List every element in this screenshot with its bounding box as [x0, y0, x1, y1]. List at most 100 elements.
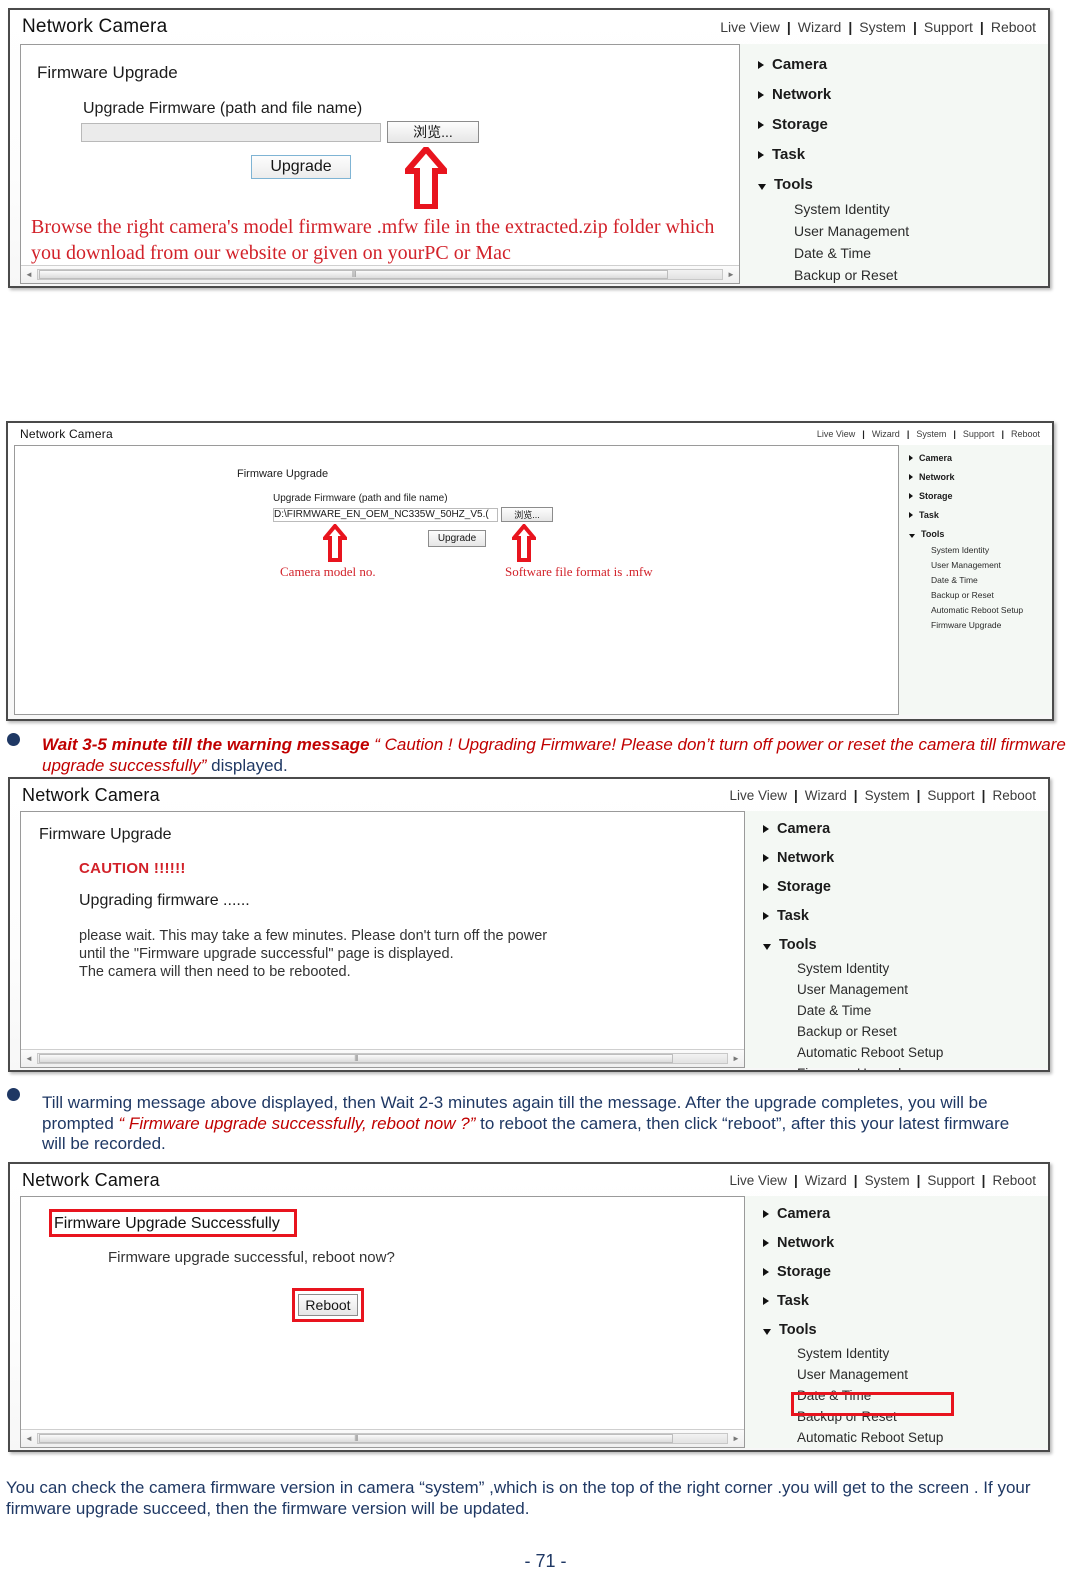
sidebar-item-user-management[interactable]: User Management [797, 982, 1048, 997]
sidebar-item-tools[interactable]: Tools [763, 1322, 1048, 1338]
nav-system[interactable]: System [857, 19, 908, 35]
browse-button[interactable]: 浏览... [501, 507, 553, 522]
scroll-track[interactable]: III [37, 1053, 728, 1064]
nav-separator: | [853, 787, 858, 803]
sidebar-item-storage[interactable]: Storage [763, 1264, 1048, 1280]
sidebar-item-storage[interactable]: Storage [909, 491, 1052, 501]
nav-wizard[interactable]: Wizard [803, 788, 849, 803]
nav-reboot[interactable]: Reboot [989, 19, 1038, 35]
sidebar-item-task[interactable]: Task [909, 510, 1052, 520]
upgrade-button[interactable]: Upgrade [251, 155, 351, 179]
paragraph-quoted: “ Firmware upgrade successfully, reboot … [118, 1113, 476, 1133]
nav-live-view[interactable]: Live View [815, 429, 857, 439]
sidebar-item-user-management[interactable]: User Management [797, 1367, 1048, 1382]
scroll-left-arrow[interactable]: ◄ [21, 1434, 37, 1443]
chevron-down-icon [758, 183, 766, 190]
scroll-track[interactable]: III [37, 269, 723, 280]
sidebar-item-label: Network [919, 472, 955, 482]
nav-wizard[interactable]: Wizard [796, 19, 844, 35]
sidebar-item-automatic-reboot-setup[interactable]: Automatic Reboot Setup [931, 605, 1052, 615]
scroll-left-arrow[interactable]: ◄ [21, 270, 37, 279]
nav-system[interactable]: System [914, 429, 948, 439]
nav-separator: | [912, 19, 917, 35]
scroll-right-arrow[interactable]: ► [723, 270, 739, 279]
sidebar-item-date-time[interactable]: Date & Time [794, 245, 1048, 261]
sidebar-item-backup-reset[interactable]: Backup or Reset [794, 267, 1048, 283]
sidebar-item-network[interactable]: Network [909, 472, 1052, 482]
sidebar-item-camera[interactable]: Camera [909, 453, 1052, 463]
sidebar-item-user-management[interactable]: User Management [931, 560, 1052, 570]
scroll-right-arrow[interactable]: ► [728, 1434, 744, 1443]
sidebar-item-camera[interactable]: Camera [758, 56, 1048, 73]
nav-system[interactable]: System [863, 788, 912, 803]
sidebar-item-task[interactable]: Task [763, 908, 1048, 924]
sidebar-item-system-identity[interactable]: System Identity [797, 1346, 1048, 1361]
sidebar-item-task[interactable]: Task [763, 1293, 1048, 1309]
nav-system[interactable]: System [863, 1173, 912, 1188]
chevron-down-icon [763, 944, 771, 950]
browse-button[interactable]: 浏览... [387, 121, 479, 143]
sidebar-item-tools[interactable]: Tools [763, 937, 1048, 953]
nav-reboot[interactable]: Reboot [990, 1173, 1038, 1188]
firmware-path-input[interactable] [81, 123, 381, 142]
scroll-track[interactable]: III [37, 1433, 728, 1444]
sidebar-item-network[interactable]: Network [763, 1235, 1048, 1251]
sidebar-item-camera[interactable]: Camera [763, 1206, 1048, 1222]
sidebar-item-network[interactable]: Network [763, 850, 1048, 866]
nav-reboot[interactable]: Reboot [1009, 429, 1042, 439]
nav-support[interactable]: Support [925, 1173, 976, 1188]
sidebar-item-date-time[interactable]: Date & Time [931, 575, 1052, 585]
sidebar-item-label: Network [777, 1235, 835, 1251]
nav-support[interactable]: Support [961, 429, 997, 439]
sidebar-item-task[interactable]: Task [758, 146, 1048, 163]
sidebar-item-system-identity[interactable]: System Identity [797, 961, 1048, 976]
up-arrow-icon [512, 524, 536, 562]
nav-reboot[interactable]: Reboot [990, 788, 1038, 803]
nav-wizard[interactable]: Wizard [803, 1173, 849, 1188]
scroll-thumb[interactable]: III [39, 1054, 673, 1063]
top-nav: Live View | Wizard | System | Support | … [815, 429, 1042, 439]
scroll-thumb[interactable]: III [39, 270, 669, 279]
sidebar-item-backup-reset[interactable]: Backup or Reset [931, 590, 1052, 600]
sidebar-item-firmware-upgrade[interactable]: Firmware Upgrade [931, 620, 1052, 630]
nav-separator: | [848, 19, 853, 35]
upgrade-button[interactable]: Upgrade [428, 530, 486, 547]
sidebar-item-automatic-reboot-setup[interactable]: Automatic Reboot Setup [797, 1430, 1048, 1445]
sidebar-item-user-management[interactable]: User Management [794, 223, 1048, 239]
sidebar-item-system-identity[interactable]: System Identity [794, 201, 1048, 217]
sidebar-menu: Camera Network Storage Task Tools System… [745, 1196, 1048, 1448]
nav-live-view[interactable]: Live View [718, 19, 782, 35]
nav-support[interactable]: Support [922, 19, 975, 35]
sidebar-item-automatic-reboot-setup[interactable]: Automatic Reboot Setup [797, 1045, 1048, 1060]
scroll-left-arrow[interactable]: ◄ [21, 1054, 37, 1063]
scroll-right-arrow[interactable]: ► [728, 1054, 744, 1063]
sidebar-item-date-time[interactable]: Date & Time [797, 1003, 1048, 1018]
sidebar-item-camera[interactable]: Camera [763, 821, 1048, 837]
sidebar-item-firmware-upgrade[interactable]: Firmware Upgrade [797, 1066, 1048, 1070]
chevron-right-icon [763, 1210, 769, 1218]
horizontal-scrollbar[interactable]: ◄ III ► [21, 1049, 744, 1067]
chevron-right-icon [758, 90, 764, 99]
sidebar-item-backup-reset[interactable]: Backup or Reset [797, 1024, 1048, 1039]
chevron-right-icon [909, 474, 913, 480]
sidebar-menu: Camera Network Storage Task Tools System… [740, 44, 1048, 284]
nav-live-view[interactable]: Live View [727, 788, 789, 803]
firmware-path-input[interactable]: D:\FIRMWARE_EN_OEM_NC335W_50HZ_V5.( [273, 508, 498, 522]
sidebar-item-label: Tools [779, 1322, 817, 1338]
quote-close: ” [200, 755, 212, 775]
sidebar-item-storage[interactable]: Storage [763, 879, 1048, 895]
scroll-thumb[interactable]: III [39, 1434, 673, 1443]
sidebar-item-network[interactable]: Network [758, 86, 1048, 103]
nav-support[interactable]: Support [925, 788, 976, 803]
top-nav: Live View | Wizard | System | Support | … [718, 19, 1038, 35]
nav-wizard[interactable]: Wizard [870, 429, 902, 439]
sidebar-item-tools[interactable]: Tools [909, 529, 1052, 539]
chevron-right-icon [758, 150, 764, 159]
page-title: Firmware Upgrade [237, 468, 329, 480]
nav-live-view[interactable]: Live View [727, 1173, 789, 1188]
sidebar-item-tools[interactable]: Tools [758, 176, 1048, 193]
horizontal-scrollbar[interactable]: ◄ III ► [21, 1429, 744, 1447]
horizontal-scrollbar[interactable]: ◄ III ► [21, 265, 739, 283]
sidebar-item-system-identity[interactable]: System Identity [931, 545, 1052, 555]
sidebar-item-storage[interactable]: Storage [758, 116, 1048, 133]
